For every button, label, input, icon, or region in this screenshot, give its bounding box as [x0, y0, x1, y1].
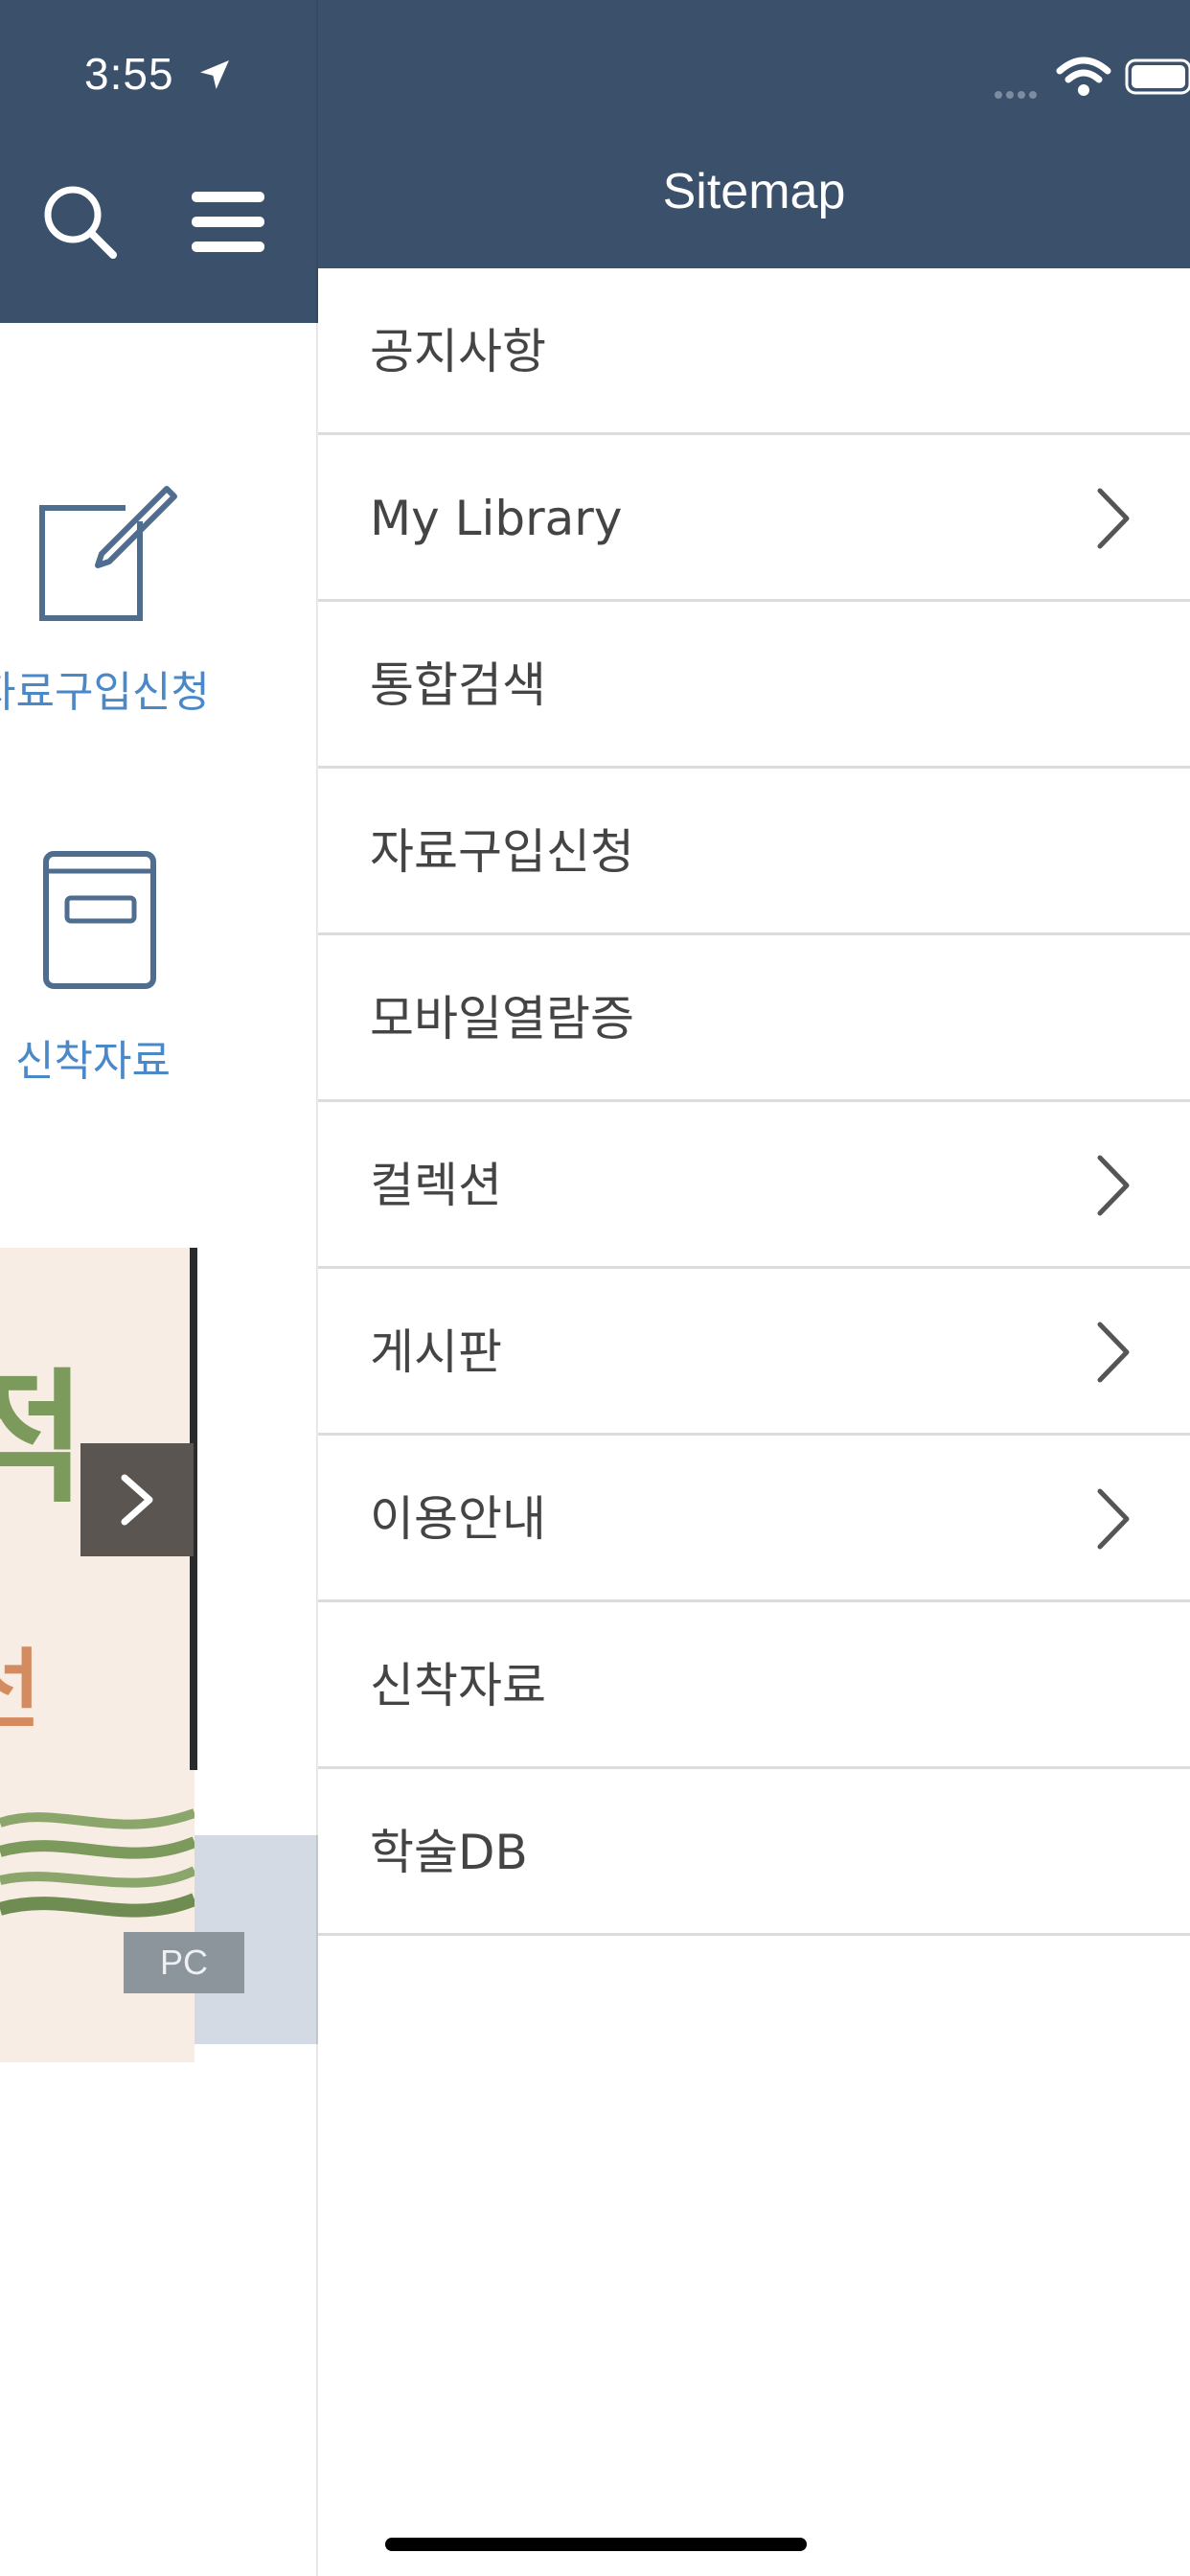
menu-item-label: 이용안내 [370, 1491, 546, 1547]
quick-link-label: 자료구입신청 [0, 668, 210, 717]
menu-item-label: 게시판 [370, 1324, 502, 1380]
cellular-signal-icon [995, 84, 1041, 103]
edit-icon [39, 486, 177, 621]
menu-item-my-library[interactable]: My Library [318, 435, 1190, 602]
location-arrow-icon [200, 60, 229, 89]
status-indicators [903, 48, 1190, 105]
status-time: 3:55 [84, 49, 174, 99]
banner-next-button[interactable] [80, 1443, 194, 1556]
menu-item-new-arrivals[interactable]: 신착자료 [318, 1602, 1190, 1769]
menu-button[interactable] [184, 178, 272, 266]
chevron-right-icon [1097, 1322, 1130, 1383]
menu-item-academic-db[interactable]: 학술DB [318, 1769, 1190, 1936]
battery-icon [1125, 58, 1190, 95]
chevron-right-icon [1097, 488, 1130, 549]
app-header: 3:55 [0, 0, 318, 323]
menu-item-label: 모바일열람증 [370, 991, 634, 1046]
menu-item-label: 공지사항 [370, 324, 546, 380]
menu-item-label: 컬렉션 [370, 1158, 502, 1213]
quick-link-new-arrivals[interactable]: 신착자료 [0, 848, 318, 1097]
drawer-title: Sitemap [662, 164, 846, 219]
drawer-header: Sitemap [318, 0, 1190, 268]
book-icon [43, 851, 156, 989]
menu-item-board[interactable]: 게시판 [318, 1269, 1190, 1436]
wifi-icon [1056, 57, 1111, 96]
background-app: 3:55 자료구입신청 신착자료 적 선 PC [0, 0, 318, 2576]
menu-item-notices[interactable]: 공지사항 [318, 268, 1190, 435]
quick-link-purchase-request[interactable]: 자료구입신청 [0, 479, 318, 728]
pc-version-button[interactable]: PC [124, 1932, 244, 1993]
chevron-right-icon [1097, 1488, 1130, 1550]
menu-item-label: 자료구입신청 [370, 824, 634, 880]
menu-item-label: 학술DB [370, 1825, 528, 1880]
home-indicator[interactable] [385, 2538, 807, 2551]
sitemap-drawer: Sitemap 공지사항 My Library 통합검색 자료구입신청 모바일열… [318, 0, 1190, 2576]
menu-item-collection[interactable]: 컬렉션 [318, 1102, 1190, 1269]
menu-item-label: 통합검색 [370, 657, 546, 713]
chevron-right-icon [1097, 1155, 1130, 1216]
menu-item-label: 신착자료 [370, 1658, 546, 1714]
search-button[interactable] [36, 178, 125, 266]
chevron-right-icon [121, 1474, 153, 1526]
banner-text-small: 선 [0, 1640, 41, 1740]
menu-item-purchase-request[interactable]: 자료구입신청 [318, 769, 1190, 935]
banner-text-large: 적 [0, 1356, 87, 1523]
menu-item-label: My Library [370, 491, 623, 546]
quick-link-label: 신착자료 [15, 1037, 171, 1086]
menu-item-integrated-search[interactable]: 통합검색 [318, 602, 1190, 769]
menu-item-guide[interactable]: 이용안내 [318, 1436, 1190, 1602]
sitemap-menu: 공지사항 My Library 통합검색 자료구입신청 모바일열람증 컬렉션 게… [318, 268, 1190, 1936]
menu-item-mobile-card[interactable]: 모바일열람증 [318, 935, 1190, 1102]
